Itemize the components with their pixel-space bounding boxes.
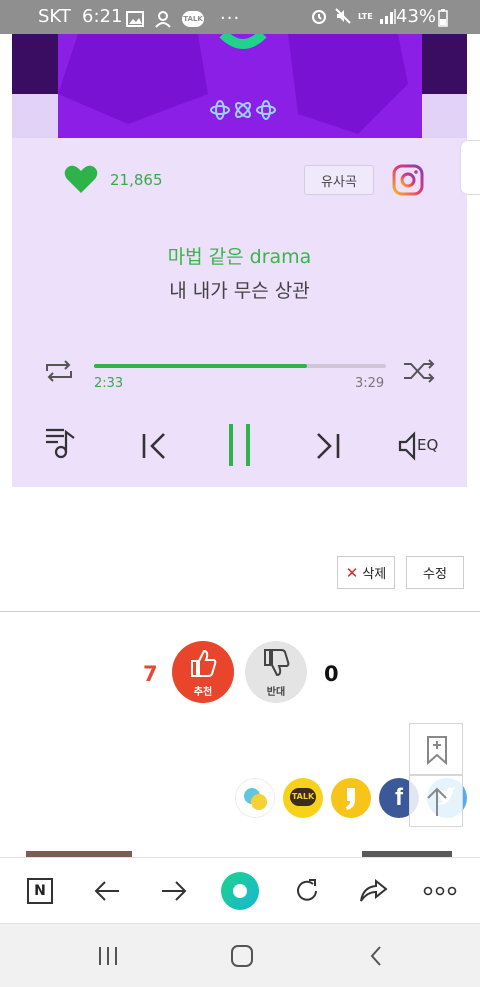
battery-percent: 43% xyxy=(396,6,437,27)
reload-icon[interactable] xyxy=(287,872,327,910)
notification-icons: TALK ··· xyxy=(126,8,240,29)
shuffle-icon[interactable] xyxy=(402,359,436,383)
naver-n-icon[interactable]: N xyxy=(20,872,60,910)
oppose-button[interactable]: 반대 xyxy=(245,641,307,703)
side-edge-handle[interactable] xyxy=(460,140,480,195)
thumbs-up-icon xyxy=(191,649,217,677)
oppose-label: 반대 xyxy=(266,687,286,698)
similar-songs-button[interactable]: 유사곡 xyxy=(304,165,374,195)
edit-button[interactable]: 수정 xyxy=(406,556,464,589)
recent-apps-icon[interactable] xyxy=(88,940,128,972)
person-icon xyxy=(155,10,171,28)
lyric-current: 마법 같은 drama xyxy=(167,246,312,268)
share-icon[interactable] xyxy=(353,872,393,910)
forward-arrow-icon[interactable] xyxy=(154,872,194,910)
progress-fill xyxy=(94,364,308,368)
thumbs-down-icon xyxy=(264,649,290,677)
clock: 6:21 xyxy=(82,6,123,27)
image-icon xyxy=(126,10,144,27)
recommend-label: 추천 xyxy=(193,687,213,698)
back-arrow-icon[interactable] xyxy=(87,872,127,910)
green-home-graphic xyxy=(221,872,259,910)
alarm-icon xyxy=(312,10,326,24)
scroll-to-top-button[interactable] xyxy=(409,775,463,827)
like-row: 21,865 유사곡 xyxy=(12,160,467,200)
forward-arrow-graphic xyxy=(162,881,187,901)
repeat-icon[interactable] xyxy=(42,359,76,383)
share-graphic xyxy=(360,878,388,902)
green-home-icon[interactable] xyxy=(220,872,260,910)
naver-n-box: N xyxy=(27,878,53,904)
kakaostory-graphic xyxy=(346,788,355,810)
back-arrow-graphic xyxy=(94,881,119,901)
total-time: 3:29 xyxy=(355,376,385,391)
network-label: LTE xyxy=(358,11,373,21)
kakaotalk-icon[interactable]: TALK xyxy=(283,778,323,818)
music-player: 21,865 유사곡 마법 같은 drama 내 내가 무슨 상관 2:33 3… xyxy=(12,34,467,487)
like-count: 21,865 xyxy=(110,171,163,189)
band-graphic xyxy=(244,788,267,810)
elapsed-time: 2:33 xyxy=(94,376,124,391)
band-icon[interactable] xyxy=(235,778,275,818)
more-icon[interactable] xyxy=(420,872,460,910)
divider xyxy=(0,611,480,612)
pause-icon[interactable] xyxy=(226,422,254,468)
system-icons: LTE xyxy=(310,7,397,25)
arrow-up-icon xyxy=(427,787,447,816)
browser-toolbar: N xyxy=(0,857,480,923)
mute-icon xyxy=(335,8,351,24)
more-dots-icon: ··· xyxy=(220,8,241,29)
heart-icon[interactable] xyxy=(64,164,98,194)
home-graphic xyxy=(231,945,253,967)
previous-icon[interactable] xyxy=(140,430,170,462)
talk-icon: TALK xyxy=(182,10,204,27)
progress-bar[interactable] xyxy=(94,364,386,368)
back-graphic xyxy=(370,946,381,966)
screen: SKT 6:21 TALK ··· LTE 43% 21,865 유사곡 마법 … xyxy=(0,0,480,987)
album-art[interactable] xyxy=(58,34,422,138)
bookmark-button[interactable] xyxy=(409,723,463,775)
close-icon: ✕ xyxy=(345,563,359,582)
signal-icon xyxy=(379,9,396,24)
album-art-graphic xyxy=(58,34,408,134)
recent-apps-graphic xyxy=(99,947,117,965)
kakaostory-icon[interactable] xyxy=(331,778,371,818)
carrier-label: SKT xyxy=(38,6,71,27)
battery-icon xyxy=(438,9,448,27)
reload-graphic xyxy=(297,879,317,901)
delete-button[interactable]: ✕ 삭제 xyxy=(337,556,395,589)
home-icon[interactable] xyxy=(222,940,262,972)
delete-label: 삭제 xyxy=(362,567,387,582)
kakaotalk-bubble: TALK xyxy=(290,788,316,806)
back-icon[interactable] xyxy=(356,940,396,972)
lyric-next: 내 내가 무슨 상관 xyxy=(169,280,310,302)
eq-icon[interactable]: EQ xyxy=(398,430,444,462)
eq-label: EQ xyxy=(417,436,439,454)
instagram-icon[interactable] xyxy=(392,164,424,196)
downvote-count: 0 xyxy=(324,662,339,686)
recommend-button[interactable]: 추천 xyxy=(172,641,234,703)
upvote-count: 7 xyxy=(143,662,158,686)
more-graphic xyxy=(423,886,457,896)
playlist-icon[interactable] xyxy=(44,426,78,460)
status-bar: SKT 6:21 TALK ··· LTE 43% xyxy=(0,0,480,34)
next-icon[interactable] xyxy=(312,430,342,462)
android-nav-bar xyxy=(0,923,480,987)
bookmark-add-icon xyxy=(427,736,447,765)
